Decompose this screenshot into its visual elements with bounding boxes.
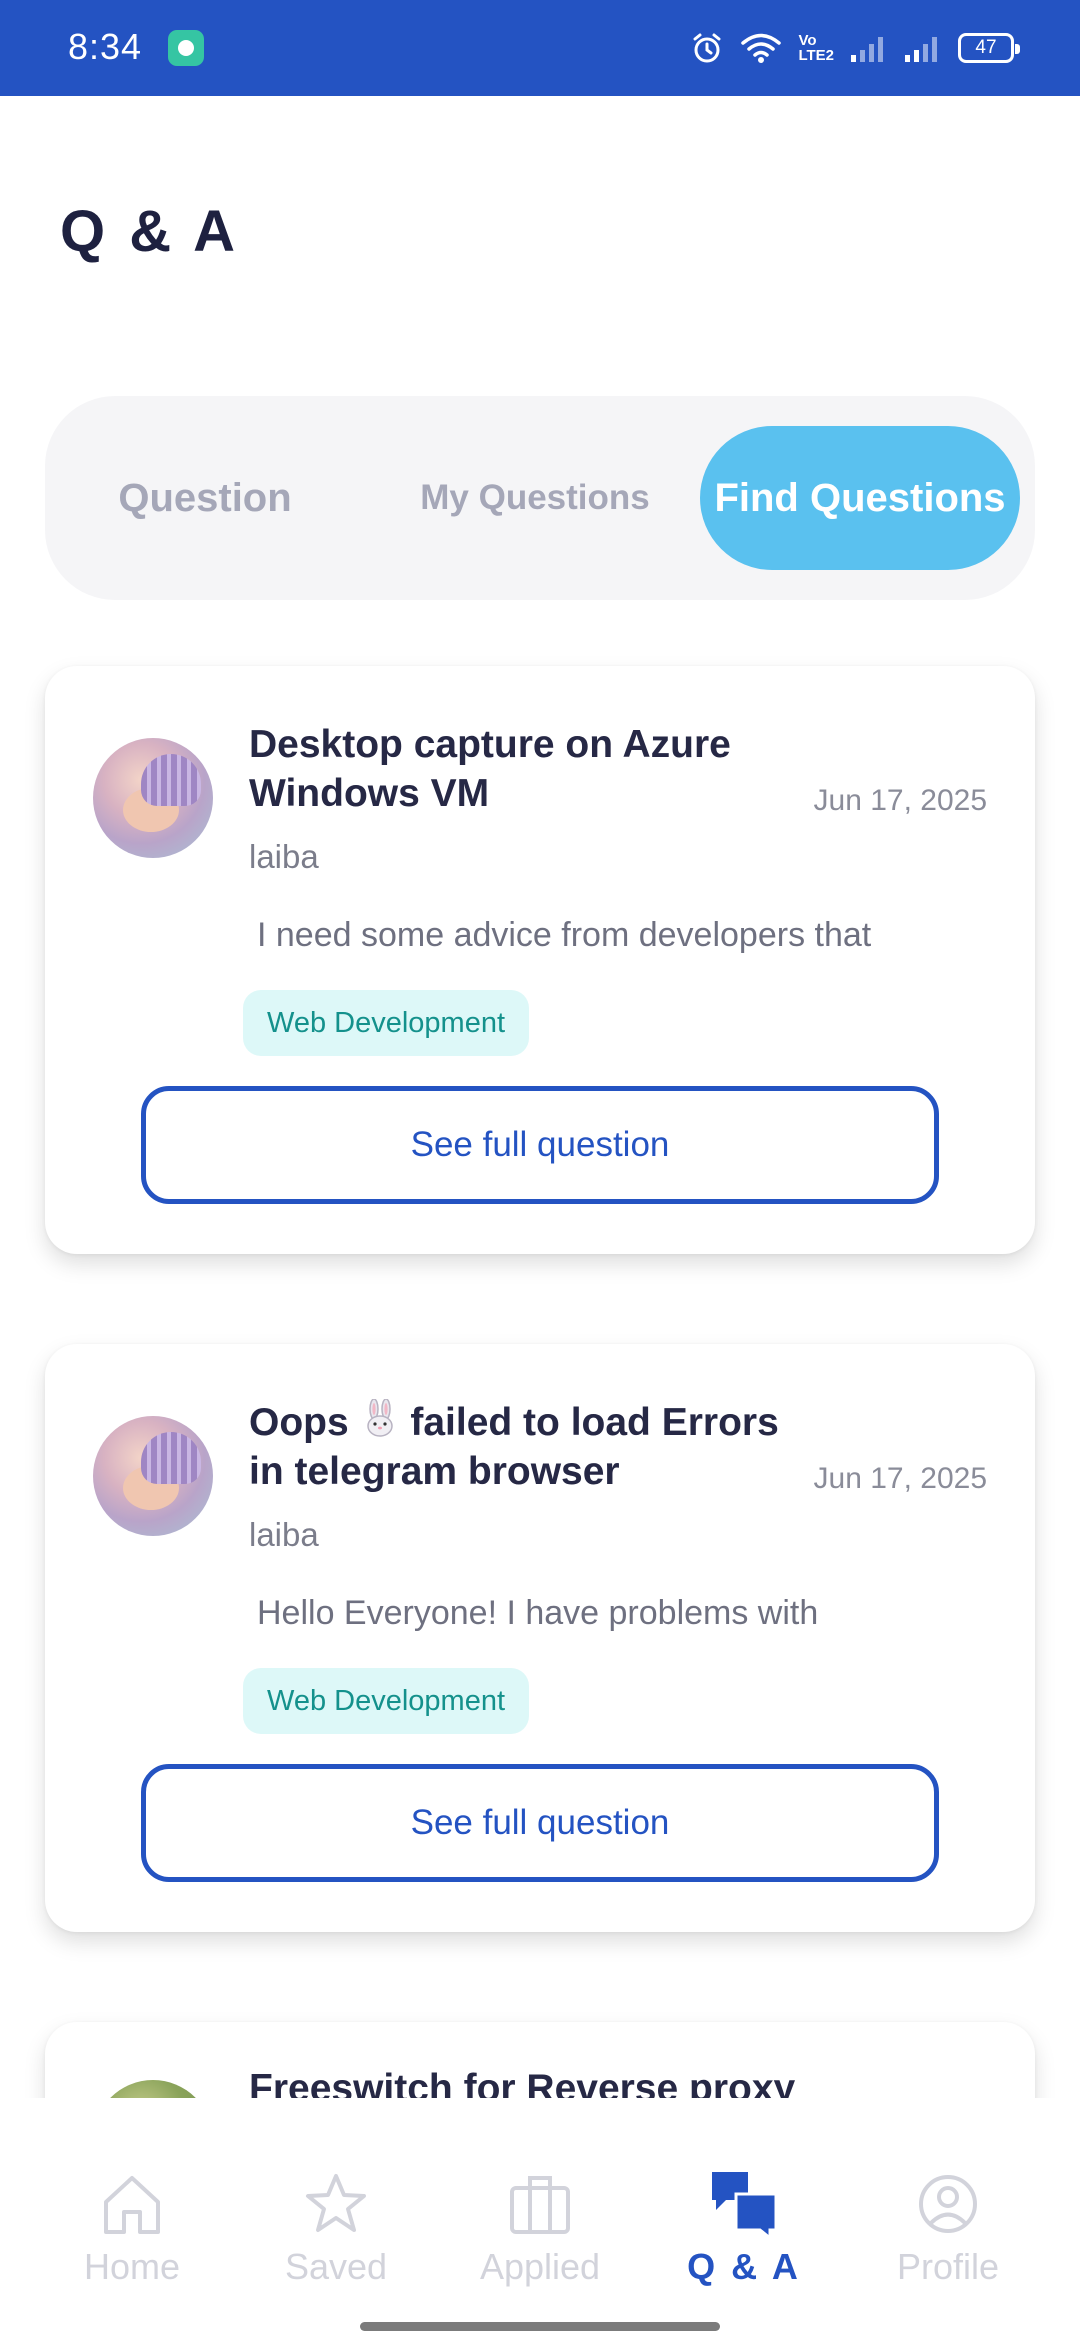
volte-icon: Vo LTE2 [798, 33, 834, 63]
briefcase-icon [510, 2176, 570, 2234]
tab-my-questions[interactable]: My Questions [405, 426, 665, 570]
status-bar: 8:34 Vo LTE2 47 [0, 0, 1080, 96]
category-tag: Web Development [243, 1668, 530, 1734]
star-icon [306, 2174, 366, 2232]
wifi-icon [741, 33, 782, 63]
status-time: 8:34 [68, 26, 143, 67]
alarm-icon [693, 33, 721, 63]
nav-qa-label: Q & A [687, 2246, 801, 2287]
segmented-tabs: Question My Questions Find Questions [45, 396, 1035, 600]
page-title: Q & A [60, 199, 239, 264]
question-excerpt: Hello Everyone! I have problems with [257, 1594, 819, 1632]
signal-icon [905, 37, 937, 62]
question-title: Desktop capture on Azure Windows VM [249, 723, 731, 815]
category-tag: Web Development [243, 990, 530, 1056]
question-date: Jun 17, 2025 [813, 784, 987, 817]
nav-profile-label: Profile [896, 2246, 1000, 2287]
question-card: Desktop capture on Azure Windows VM Jun … [45, 666, 1035, 1254]
tab-question[interactable]: Question [105, 426, 305, 570]
bottom-navigation: Home Saved Applied Q & A Profile [0, 2098, 1080, 2340]
question-title-start: Oops [249, 1401, 349, 1444]
question-title: Oops failed to load Errors in telegram b… [249, 1398, 809, 1496]
nav-saved[interactable]: Saved [234, 2168, 438, 2298]
home-icon [104, 2176, 160, 2234]
question-date: Jun 17, 2025 [813, 1462, 987, 1495]
volte-bottom-label: LTE2 [798, 47, 834, 64]
nav-home[interactable]: Home [30, 2168, 234, 2298]
nav-saved-label: Saved [284, 2246, 388, 2287]
nav-applied[interactable]: Applied [438, 2168, 642, 2298]
nav-home-label: Home [83, 2246, 181, 2287]
avatar [93, 738, 213, 858]
home-indicator[interactable] [360, 2322, 720, 2331]
nav-profile[interactable]: Profile [846, 2168, 1050, 2298]
rabbit-emoji-icon [366, 1399, 393, 1437]
chat-bubbles-icon [712, 2172, 778, 2240]
question-author: laiba [249, 838, 319, 875]
question-card: Oops failed to load Errors in telegram b… [45, 1344, 1035, 1932]
avatar [93, 1416, 213, 1536]
battery-icon: 47 [958, 33, 1020, 63]
question-excerpt: I need some advice from developers that [257, 916, 872, 954]
signal-icon [851, 37, 883, 62]
status-icons: Vo LTE2 47 [690, 28, 1020, 68]
see-full-question-button[interactable]: See full question [141, 1764, 939, 1882]
nav-applied-label: Applied [479, 2246, 601, 2287]
see-full-question-button[interactable]: See full question [141, 1086, 939, 1204]
user-circle-icon [919, 2175, 977, 2233]
tab-find-questions[interactable]: Find Questions [700, 426, 1020, 570]
app-notification-icon [168, 30, 204, 66]
avatar-hat [141, 1432, 201, 1484]
question-author: laiba [249, 1516, 319, 1553]
avatar-hat [141, 754, 201, 806]
nav-qa[interactable]: Q & A [642, 2168, 846, 2298]
